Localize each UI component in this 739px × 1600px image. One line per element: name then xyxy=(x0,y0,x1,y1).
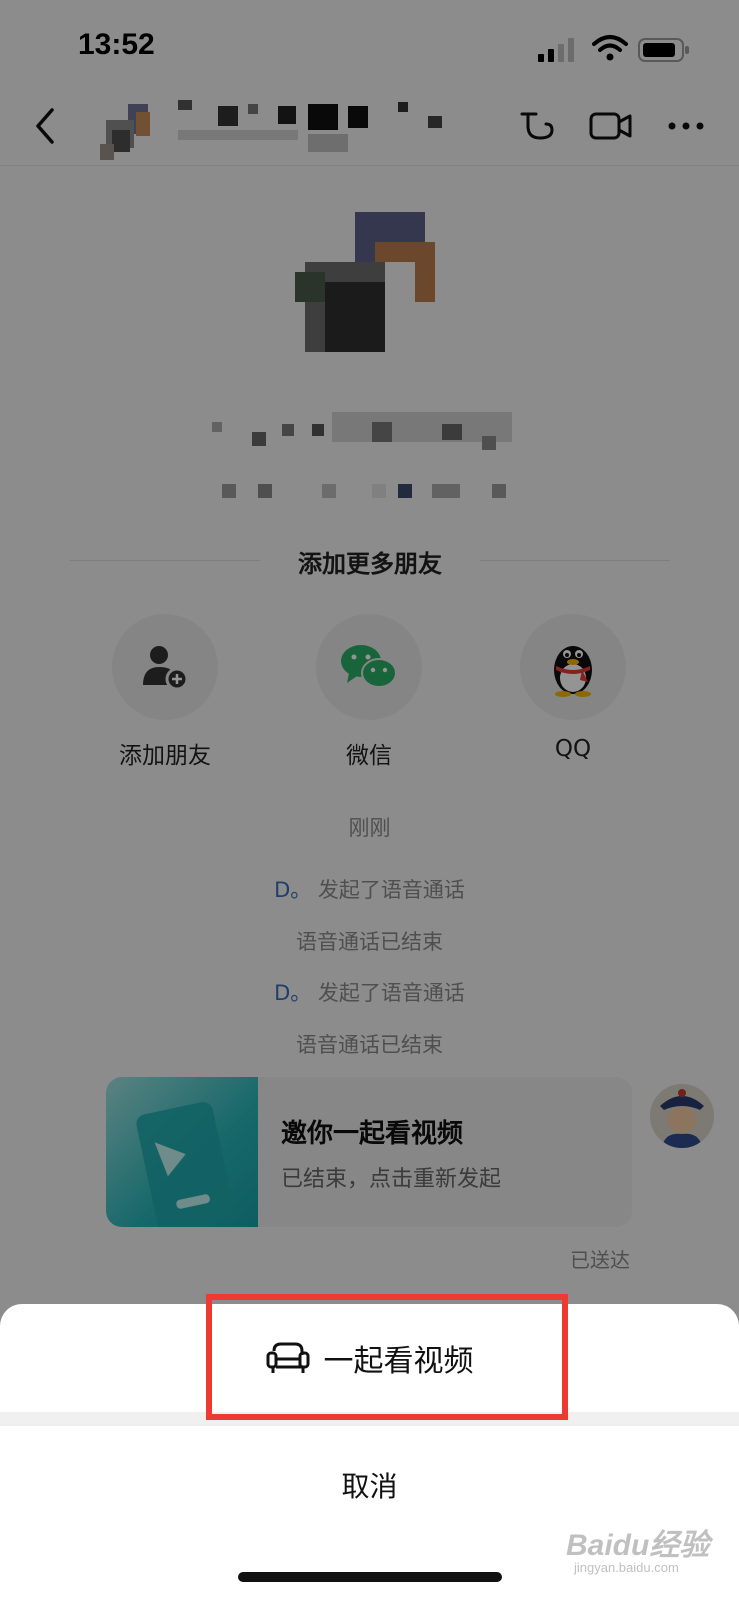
home-indicator[interactable] xyxy=(238,1572,502,1582)
baidu-watermark: Baidu经验 jingyan.baidu.com xyxy=(566,1520,726,1584)
highlight-annotation xyxy=(206,1294,568,1420)
watermark-sub: jingyan.baidu.com xyxy=(574,1560,679,1575)
chat-screen: 13:52 添加更多朋友 添加朋友 微信 QQ 刚刚 D。 发起了语音通话 语音… xyxy=(0,0,739,1600)
watermark-main: Baidu经验 xyxy=(566,1529,710,1562)
